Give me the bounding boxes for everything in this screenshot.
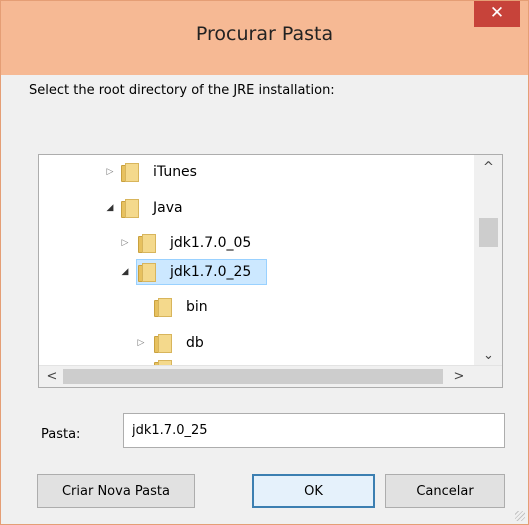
tree-item-jdk1-7-0-05[interactable]: ▷ jdk1.7.0_05	[39, 229, 339, 257]
expand-arrow-icon[interactable]: ▷	[104, 158, 116, 186]
folder-tree-viewport: ▷ iTunes ◢ Java ▷ jdk1.7.0_05 ◢ jdk1.7.0…	[39, 155, 475, 366]
resize-grip-icon[interactable]	[515, 511, 525, 521]
folder-icon	[138, 234, 156, 253]
expand-arrow-icon[interactable]: ▷	[119, 229, 131, 257]
instruction-text: Select the root directory of the JRE ins…	[29, 83, 335, 98]
folder-browser-dialog: Procurar Pasta ✕ Select the root directo…	[0, 0, 529, 525]
collapse-arrow-icon[interactable]: ◢	[119, 258, 131, 286]
tree-item-label: jdk1.7.0_05	[170, 235, 252, 251]
close-button[interactable]: ✕	[474, 1, 520, 27]
tree-item-label: bin	[186, 299, 208, 315]
horizontal-scroll-thumb[interactable]	[63, 369, 443, 384]
title-bar[interactable]: Procurar Pasta ✕	[1, 1, 528, 75]
tree-item-label: db	[186, 335, 204, 351]
tree-item-java[interactable]: ◢ Java	[39, 194, 339, 222]
tree-item-bin[interactable]: bin	[39, 293, 339, 321]
collapse-arrow-icon[interactable]: ◢	[104, 194, 116, 222]
vertical-scroll-thumb[interactable]	[479, 218, 498, 247]
close-icon: ✕	[489, 3, 505, 23]
horizontal-scrollbar[interactable]: < >	[39, 365, 502, 387]
expand-arrow-icon[interactable]: ▷	[135, 329, 147, 357]
tree-item-jdk1-7-0-25[interactable]: ◢ jdk1.7.0_25	[39, 258, 339, 286]
folder-icon	[121, 199, 139, 218]
tree-item-db[interactable]: ▷ db	[39, 329, 339, 357]
folder-field-label: Pasta:	[41, 427, 81, 442]
tree-item-itunes[interactable]: ▷ iTunes	[39, 158, 339, 186]
scrollbar-corner	[475, 366, 502, 387]
scroll-up-icon[interactable]: ^	[475, 158, 502, 178]
scroll-left-icon[interactable]: <	[41, 366, 63, 387]
vertical-scrollbar[interactable]: ^ ⌄	[474, 155, 502, 366]
window-title: Procurar Pasta	[195, 23, 334, 45]
cancel-button[interactable]: Cancelar	[385, 474, 505, 508]
folder-icon	[154, 334, 172, 353]
folder-path-input[interactable]	[123, 413, 505, 448]
ok-button[interactable]: OK	[252, 474, 375, 508]
new-folder-button[interactable]: Criar Nova Pasta	[37, 474, 195, 508]
folder-icon	[138, 263, 156, 282]
scroll-down-icon[interactable]: ⌄	[475, 346, 502, 366]
tree-item-label: Java	[153, 200, 183, 216]
tree-item-label: iTunes	[153, 164, 197, 180]
folder-tree[interactable]: ▷ iTunes ◢ Java ▷ jdk1.7.0_05 ◢ jdk1.7.0…	[38, 154, 503, 388]
folder-icon	[121, 163, 139, 182]
tree-item-label: jdk1.7.0_25	[170, 264, 252, 280]
scroll-right-icon[interactable]: >	[448, 366, 470, 387]
folder-icon	[154, 298, 172, 317]
